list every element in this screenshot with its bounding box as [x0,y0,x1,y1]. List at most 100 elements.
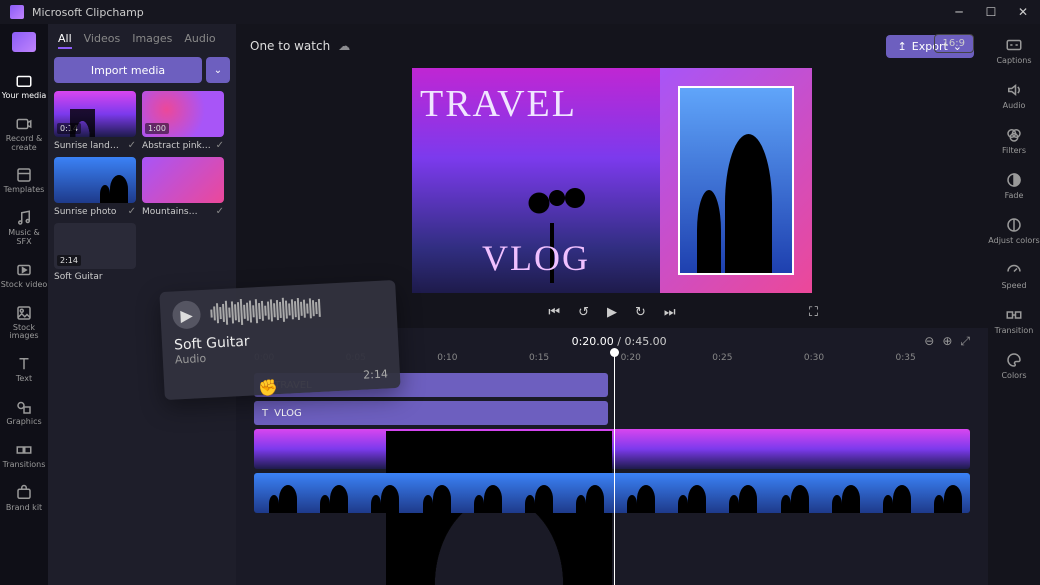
forward-button[interactable]: ↻ [635,305,646,320]
clip-frame [663,429,714,469]
palette-icon [1005,351,1023,369]
nav-templates[interactable]: Templates [0,166,48,195]
thumb-duration: 0:14 [57,123,81,134]
clipchamp-logo-icon [12,32,36,52]
check-icon: ✓ [216,140,224,151]
prop-colors[interactable]: Colors [1001,351,1026,380]
media-thumb[interactable]: 1:00 Abstract pink… ✓ [142,91,224,151]
right-properties-rail: Captions Audio Filters Fade Adjust color… [988,24,1040,585]
speaker-icon [1005,81,1023,99]
clip-frame [663,473,714,513]
transition-icon [1005,306,1023,324]
video-preview[interactable]: TRAVEL VLOG [412,68,812,293]
nav-your-media[interactable]: Your media [0,72,48,101]
prop-audio[interactable]: Audio [1003,81,1026,110]
clip-frame [714,429,765,469]
thumb-image: 1:00 [142,91,224,137]
video-track-2[interactable] [254,473,970,513]
clip-frame [254,473,305,513]
ruler-tick: 0:10 [437,353,457,363]
ruler-tick: 0:15 [529,353,549,363]
clip-frame [868,429,919,469]
media-thumb[interactable]: Sunrise photo✓ [54,157,136,217]
skip-forward-button[interactable]: ⏭ [664,305,676,320]
clip-frame [714,473,765,513]
cloud-sync-icon[interactable]: ☁ [338,39,350,53]
music-icon [15,209,33,227]
prop-fade[interactable]: Fade [1005,171,1024,200]
speed-icon [1005,261,1023,279]
media-thumb[interactable]: Mountains…✓ [142,157,224,217]
media-tabs: All Videos Images Audio [54,32,230,49]
titlebar: Microsoft Clipchamp ─ ☐ ✕ [0,0,1040,24]
nav-stock-video[interactable]: Stock video [0,261,48,290]
upload-icon: ↥ [898,40,907,53]
clip-frame [561,473,612,513]
filters-icon [1005,126,1023,144]
clip-frame [305,429,356,469]
text-track-vlog[interactable]: T VLOG [254,401,608,425]
prop-speed[interactable]: Speed [1001,261,1026,290]
check-icon: ✓ [128,140,136,151]
thumb-name: Abstract pink… [142,141,211,151]
thumb-name: Sunrise land… [54,141,119,151]
nav-graphics[interactable]: Graphics [0,398,48,427]
waveform-icon [210,291,385,328]
clip-frame [407,473,458,513]
close-button[interactable]: ✕ [1016,5,1030,19]
project-title[interactable]: One to watch [250,39,330,53]
prop-transition[interactable]: Transition [995,306,1034,335]
nav-music-sfx[interactable]: Music & SFX [0,209,48,247]
nav-text[interactable]: Text [0,355,48,384]
import-dropdown-button[interactable]: ⌄ [206,57,230,83]
skip-back-button[interactable]: ⏮ [548,305,560,320]
ruler-tick: 0:35 [896,353,916,363]
zoom-in-button[interactable]: ⊕ [942,334,952,349]
clip-frame [817,473,868,513]
prop-adjust-colors[interactable]: Adjust colors [988,216,1039,245]
tab-images[interactable]: Images [132,32,172,49]
zoom-fit-button[interactable]: ⤢ [960,334,970,349]
minimize-button[interactable]: ─ [952,5,966,19]
clip-frame [459,473,510,513]
captions-icon [1005,36,1023,54]
prop-filters[interactable]: Filters [1002,126,1026,155]
audio-preview-play-button[interactable]: ▶ [172,300,201,329]
nav-transitions[interactable]: Transitions [0,441,48,470]
zoom-out-button[interactable]: ⊖ [924,334,934,349]
preview-photo-frame [678,86,794,275]
aspect-ratio-selector[interactable]: 16:9 [934,34,974,53]
audio-drag-preview[interactable]: ▶ Soft Guitar Audio 2:14 [159,280,400,400]
playhead[interactable] [614,352,615,585]
thumb-name: Mountains… [142,207,198,217]
tab-all[interactable]: All [58,32,72,49]
graphics-icon [15,398,33,416]
fullscreen-button[interactable]: ⛶ [809,305,818,320]
clip-frame [868,473,919,513]
tab-videos[interactable]: Videos [84,32,121,49]
clip-frame [919,429,970,469]
preview-text-travel: TRAVEL [420,82,652,126]
clip-frame [765,473,816,513]
app-icon [10,5,24,19]
nav-brand-kit[interactable]: Brand kit [0,484,48,513]
play-button[interactable]: ▶ [607,305,617,320]
prop-captions[interactable]: Captions [996,36,1031,65]
import-media-button[interactable]: Import media [54,57,202,83]
media-thumb[interactable]: 0:14 Sunrise land… ✓ [54,91,136,151]
thumb-image: 2:14 [54,223,136,269]
media-thumb[interactable]: 2:14 Soft Guitar [54,223,136,282]
maximize-button[interactable]: ☐ [984,5,998,19]
rewind-button[interactable]: ↺ [578,305,589,320]
clip-frame [612,429,663,469]
media-thumbnails: 0:14 Sunrise land…✓1:00 Abstract pink…✓ … [54,91,230,282]
video-track-1[interactable] [254,429,970,469]
nav-stock-images[interactable]: Stock images [0,304,48,342]
nav-record-create[interactable]: Record & create [0,115,48,153]
tab-audio[interactable]: Audio [184,32,215,49]
adjust-icon [1005,216,1023,234]
brandkit-icon [15,484,33,502]
left-nav-rail: Your media Record & create Templates Mus… [0,24,48,585]
text-icon [15,355,33,373]
clip-frame [612,473,663,513]
